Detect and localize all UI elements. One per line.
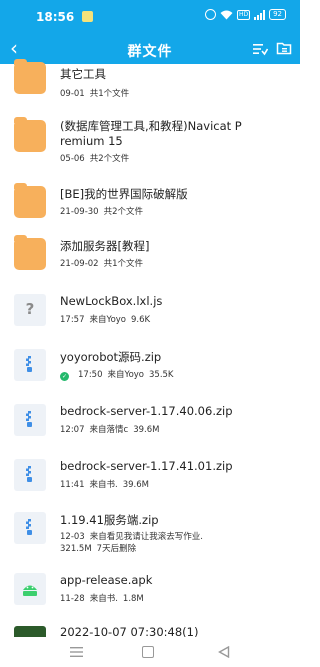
file-name: 1.19.41服务端.zip: [60, 513, 159, 527]
zip-file-icon: [14, 459, 46, 491]
list-item[interactable]: 1.19.41服务端.zip 12-03 来自看见我请让我滚去写作业. 321.5…: [0, 508, 300, 564]
list-item[interactable]: bedrock-server-1.17.40.06.zip 12:07 来自落情c…: [0, 400, 300, 456]
file-name: 添加服务器[教程]: [60, 239, 150, 253]
home-icon[interactable]: [142, 646, 154, 658]
list-item[interactable]: (数据库管理工具,和教程)Navicat P remium 15 05-06 共2…: [0, 116, 300, 172]
file-size: 9.6K: [131, 315, 151, 325]
file-size: 1.8M: [122, 594, 144, 604]
file-name: 其它工具: [60, 67, 106, 81]
list-item[interactable]: [BE]我的世界国际破解版 21-09-30 共2个文件: [0, 182, 300, 238]
file-name: (数据库管理工具,和教程)Navicat P: [60, 119, 242, 133]
file-name: yoyorobot源码.zip: [60, 350, 162, 364]
file-meta: ✓ 17:50 来自Yoyo 35.5K: [60, 368, 174, 381]
file-date: 05-06: [60, 154, 85, 164]
list-item[interactable]: 添加服务器[教程] 21-09-02 共1个文件: [0, 234, 300, 290]
file-count: 共2个文件: [103, 207, 144, 217]
list-item[interactable]: 其它工具 09-01 共1个文件: [0, 59, 300, 120]
file-uploader: 来自书.: [89, 480, 118, 490]
file-size: 35.5K: [149, 370, 174, 380]
downloaded-check-icon: ✓: [60, 372, 69, 381]
file-count: 共2个文件: [89, 154, 130, 164]
file-meta: 11-28 来自书. 1.8M: [60, 592, 144, 604]
file-name: 2022-10-07 07:30:48(1): [60, 625, 199, 637]
back-triangle-icon[interactable]: [218, 646, 230, 658]
file-name: bedrock-server-1.17.41.01.zip: [60, 459, 233, 473]
file-name-line2: remium 15: [60, 134, 123, 148]
file-meta: 21-09-30 共2个文件: [60, 205, 143, 217]
file-meta: 05-06 共2个文件: [60, 152, 129, 164]
file-time: 12:07: [60, 425, 85, 435]
list-item[interactable]: app-release.apk 11-28 来自书. 1.8M: [0, 569, 300, 625]
list-item[interactable]: yoyorobot源码.zip ✓ 17:50 来自Yoyo 35.5K: [0, 345, 300, 401]
file-date: 09-01: [60, 89, 85, 99]
zip-file-icon: [14, 349, 46, 381]
status-icons: HD 92: [204, 9, 286, 20]
file-date: 11-28: [60, 594, 85, 604]
file-count: 共1个文件: [89, 89, 130, 99]
expiry-note: 7天后删除: [96, 544, 137, 554]
file-uploader: 来自看见我请让我滚去写作业.: [89, 532, 203, 542]
file-size: 321.5M: [60, 544, 92, 554]
file-uploader: 来自Yoyo: [107, 370, 145, 380]
folder-manage-icon[interactable]: [276, 40, 292, 56]
file-uploader: 来自Yoyo: [89, 315, 127, 325]
file-date: 21-09-02: [60, 259, 99, 269]
file-name: bedrock-server-1.17.40.06.zip: [60, 404, 233, 418]
file-date: 21-09-30: [60, 207, 99, 217]
folder-icon: [14, 183, 46, 218]
file-name: [BE]我的世界国际破解版: [60, 187, 188, 201]
list-item[interactable]: 2022-10-07 07:30:48(1): [0, 622, 300, 637]
status-bar: 18:56 HD 92: [0, 0, 300, 34]
list-item[interactable]: ? NewLockBox.lxl.js 17:57 来自Yoyo 9.6K: [0, 290, 300, 346]
file-name: app-release.apk: [60, 573, 153, 587]
file-uploader: 来自书.: [89, 594, 118, 604]
folder-icon: [14, 235, 46, 270]
signal-icon: [254, 9, 266, 20]
file-time: 17:57: [60, 315, 85, 325]
apk-file-icon: [14, 573, 46, 605]
file-meta: 21-09-02 共1个文件: [60, 257, 143, 269]
file-size: 39.6M: [122, 480, 149, 490]
file-meta: 12:07 来自落情c 39.6M: [60, 423, 159, 435]
wifi-icon: [220, 10, 233, 19]
file-count: 共1个文件: [103, 259, 144, 269]
battery-icon: 92: [269, 9, 286, 20]
file-name: NewLockBox.lxl.js: [60, 294, 163, 308]
file-meta: 12-03 来自看见我请让我滚去写作业.: [60, 530, 203, 542]
folder-icon: [14, 117, 46, 152]
unknown-file-icon: ?: [14, 294, 46, 326]
notification-icon: [82, 11, 93, 22]
alarm-icon: [204, 9, 216, 20]
list-item[interactable]: bedrock-server-1.17.41.01.zip 11:41 来自书. 3…: [0, 455, 300, 511]
file-size: 39.6M: [133, 425, 160, 435]
zip-file-icon: [14, 404, 46, 436]
file-date: 12-03: [60, 532, 85, 542]
file-time: 11:41: [60, 480, 85, 490]
app-header: ‹ 群文件: [0, 34, 300, 64]
file-meta-line2: 321.5M 7天后删除: [60, 542, 136, 554]
file-uploader: 来自落情c: [89, 425, 129, 435]
image-file-icon: [14, 626, 46, 637]
sort-list-icon[interactable]: [252, 41, 268, 57]
hd-badge: HD: [236, 9, 251, 20]
file-meta: 11:41 来自书. 39.6M: [60, 478, 149, 490]
file-meta: 09-01 共1个文件: [60, 87, 129, 99]
recent-apps-icon[interactable]: [70, 647, 83, 657]
status-time: 18:56: [36, 10, 75, 24]
system-nav-bar: [0, 637, 300, 667]
folder-icon: [14, 59, 46, 94]
file-time: 17:50: [78, 370, 103, 380]
file-meta: 17:57 来自Yoyo 9.6K: [60, 313, 150, 325]
zip-file-icon: [14, 512, 46, 544]
